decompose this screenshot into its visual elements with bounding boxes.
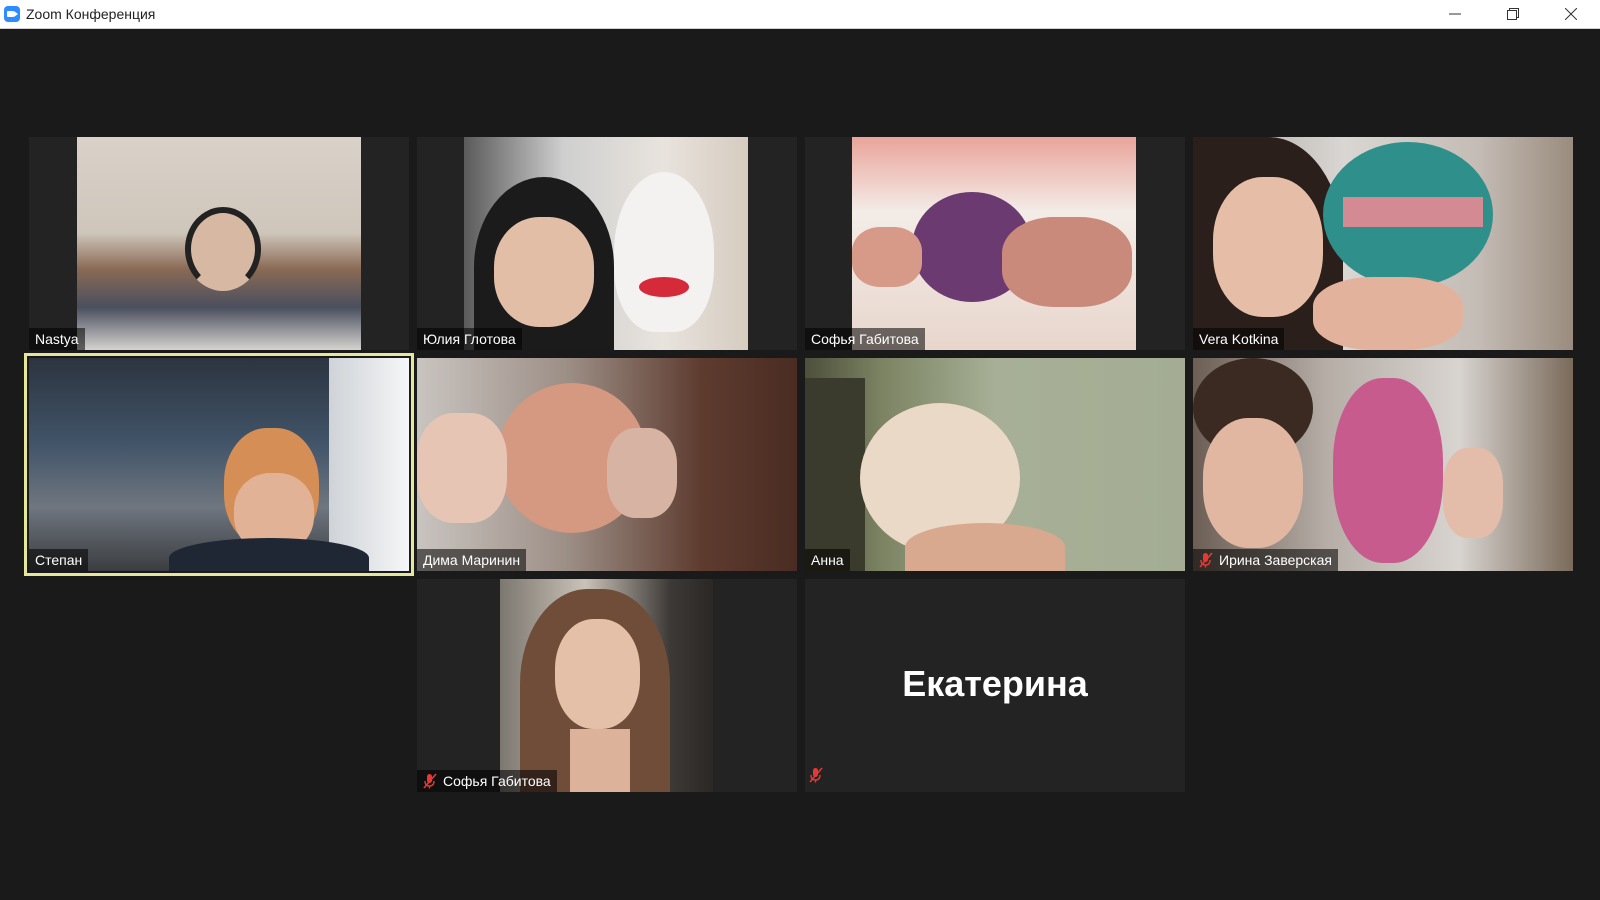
muted-microphone-icon: [809, 767, 823, 783]
participant-tile[interactable]: Степан: [29, 358, 409, 571]
participant-name: Анна: [811, 552, 844, 568]
participant-name-tag: Софья Габитова: [417, 770, 557, 792]
participant-name: Nastya: [35, 331, 79, 347]
participant-tile[interactable]: Екатерина: [805, 579, 1185, 792]
window-controls: [1426, 0, 1600, 28]
participant-video: [1193, 358, 1573, 571]
participant-name-tag: Анна: [805, 549, 850, 571]
participant-video: [417, 358, 797, 571]
participant-name: Степан: [35, 552, 83, 568]
zoom-app-icon: [4, 6, 20, 22]
participant-video: [464, 137, 748, 350]
participant-video: [77, 137, 361, 350]
participant-video: [852, 137, 1136, 350]
participant-tile[interactable]: Анна: [805, 358, 1185, 571]
participant-name: Ирина Заверская: [1219, 552, 1332, 568]
window-title: Zoom Конференция: [26, 6, 156, 22]
participant-name-tag: Дима Маринин: [417, 549, 527, 571]
title-bar: Zoom Конференция: [0, 0, 1600, 29]
participant-video: [500, 579, 713, 792]
participant-name-tag: Юлия Глотова: [417, 328, 522, 350]
participant-name-tag: Nastya: [29, 328, 85, 350]
muted-microphone-icon: [423, 773, 437, 789]
participant-name-tag: Софья Габитова: [805, 328, 925, 350]
participant-video: [29, 358, 409, 571]
minimize-button[interactable]: [1426, 0, 1484, 28]
participant-tile[interactable]: Софья Габитова: [417, 579, 797, 792]
participant-tile[interactable]: Дима Маринин: [417, 358, 797, 571]
close-button[interactable]: [1542, 0, 1600, 28]
participant-name-tag: Степан: [29, 549, 89, 571]
participant-name: Софья Габитова: [811, 331, 919, 347]
participant-tile[interactable]: Nastya: [29, 137, 409, 350]
minimize-icon: [1449, 13, 1461, 15]
restore-icon: [1507, 8, 1519, 20]
participant-name: Дима Маринин: [423, 552, 521, 568]
participant-tile[interactable]: Vera Kotkina: [1193, 137, 1573, 350]
participant-name-tag: Ирина Заверская: [1193, 549, 1338, 571]
participant-video: [805, 358, 1185, 571]
participant-name: Юлия Глотова: [423, 331, 516, 347]
participant-name: Екатерина: [902, 663, 1088, 704]
participant-video: [1193, 137, 1573, 350]
mute-status: [809, 767, 829, 788]
participant-tile[interactable]: Ирина Заверская: [1193, 358, 1573, 571]
close-icon: [1565, 8, 1577, 20]
participant-name: Vera Kotkina: [1199, 331, 1279, 347]
muted-microphone-icon: [1199, 552, 1213, 568]
restore-button[interactable]: [1484, 0, 1542, 28]
participant-tile[interactable]: Софья Габитова: [805, 137, 1185, 350]
participant-tile[interactable]: Юлия Глотова: [417, 137, 797, 350]
participant-name: Софья Габитова: [443, 773, 551, 789]
participant-name-tag: Vera Kotkina: [1193, 328, 1285, 350]
